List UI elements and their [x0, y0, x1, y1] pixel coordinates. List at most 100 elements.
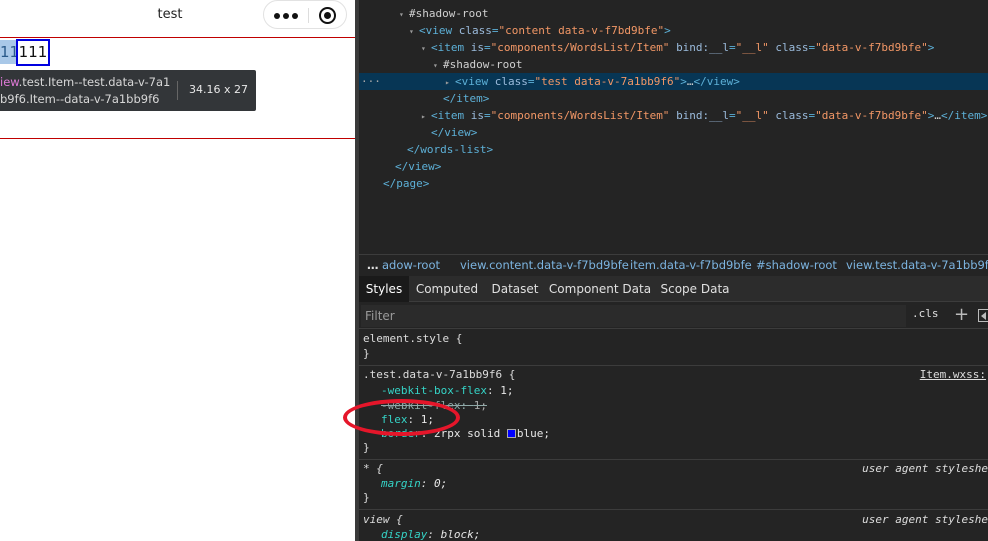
property-value: 0; — [434, 477, 448, 490]
filter-bar: .cls + — [359, 303, 988, 329]
user-agent-label: user agent styleshe — [862, 462, 988, 475]
tree-token: "content data-v-f7bd9bfe" — [498, 24, 665, 37]
property-value: 2rpx solid — [434, 427, 507, 440]
tab-component-data[interactable]: Component Data — [547, 276, 653, 302]
breadcrumb-item[interactable]: adow-root — [382, 255, 440, 275]
list-item[interactable]: 11 — [0, 40, 19, 64]
inspect-tooltip: iew.test.Item--test.data-v-7a1 b9f6.Item… — [0, 70, 256, 111]
tree-node[interactable]: </words-list> — [359, 141, 988, 158]
tree-token: #shadow-root — [443, 58, 523, 71]
rule-divider — [359, 365, 988, 366]
property-name: -webkit-box-flex — [381, 384, 487, 397]
tree-node[interactable]: ▾ <view class="content data-v-f7bd9bfe"> — [359, 22, 988, 39]
tree-token: "data-v-f7bd9bfe" — [815, 41, 928, 54]
tree-token: #shadow-root — [409, 7, 489, 20]
capsule-divider — [308, 8, 309, 23]
rule-selector[interactable]: element.style { — [363, 332, 462, 346]
color-swatch[interactable] — [506, 429, 516, 438]
tooltip-class: .test.Item--test.data-v-7a1 — [18, 75, 171, 89]
tree-node[interactable]: </item> — [359, 90, 988, 107]
declaration-overridden[interactable]: -webkit-flex: 1; — [381, 399, 487, 413]
collapse-icon[interactable]: ▾ — [399, 6, 409, 23]
simulator-panel: test 11 111 iew.test.Item--test.data-v-7… — [0, 0, 355, 541]
list-border — [0, 138, 355, 139]
tree-token: "test data-v-7a1bb9f6" — [534, 75, 681, 88]
breadcrumb-overflow[interactable]: … — [367, 255, 379, 275]
tab-scope-data[interactable]: Scope Data — [657, 276, 733, 302]
tooltip-size: 34.16 x 27 — [189, 83, 248, 96]
breadcrumb-item[interactable]: #shadow-root — [756, 255, 837, 275]
tree-node-selected[interactable]: ··· ▸ <view class="test data-v-7a1bb9f6">…… — [359, 73, 988, 90]
tree-token: bind:__l — [676, 41, 730, 54]
declaration[interactable]: margin: 0; — [381, 477, 447, 491]
tree-token: class — [494, 75, 528, 88]
elements-tree[interactable]: ▾ #shadow-root ▾ <view class="content data-… — [359, 0, 988, 250]
cls-button[interactable]: .cls — [912, 307, 939, 320]
new-rule-icon[interactable]: + — [954, 304, 969, 325]
user-agent-label: user agent styleshe — [862, 513, 988, 526]
declaration[interactable]: flex: 1; — [381, 413, 434, 427]
expand-icon[interactable]: ▸ — [445, 74, 455, 91]
tree-node[interactable]: ▸ <item is="components/WordsList/Item" bi… — [359, 107, 988, 124]
breadcrumb-item[interactable]: item.data-v-f7bd9bfe — [630, 255, 752, 275]
tree-token: class — [775, 109, 809, 122]
tree-token: is — [470, 41, 484, 54]
property-value: block; — [440, 528, 481, 541]
close-target-icon[interactable] — [319, 7, 336, 24]
collapse-icon[interactable]: ▾ — [421, 40, 431, 57]
collapse-icon[interactable]: ▾ — [433, 57, 443, 74]
tree-token: class — [775, 41, 809, 54]
rule-close: } — [363, 491, 370, 504]
rule-close: } — [363, 347, 370, 360]
rule-selector[interactable]: .test.data-v-7a1bb9f6 { — [363, 368, 515, 382]
declaration[interactable]: -webkit-box-flex: 1; — [381, 384, 513, 398]
styles-pane[interactable]: element.style { } .test.data-v-7a1bb9f6 … — [359, 330, 988, 541]
collapse-icon[interactable]: ▾ — [409, 23, 419, 40]
tree-token: "__l" — [735, 41, 776, 54]
property-value: 1; — [473, 399, 487, 412]
tree-token: <view — [419, 24, 459, 37]
toggle-sidebar-icon[interactable] — [978, 309, 988, 322]
rule-divider — [359, 459, 988, 460]
tree-token: = — [491, 24, 499, 37]
tree-token: bind:__l — [676, 109, 730, 122]
tab-styles[interactable]: Styles — [359, 276, 409, 302]
nav-border — [0, 37, 355, 38]
tab-dataset[interactable]: Dataset — [487, 276, 543, 302]
tab-computed[interactable]: Computed — [411, 276, 483, 302]
tree-token: = — [729, 41, 736, 54]
more-icon[interactable] — [274, 13, 298, 19]
declaration[interactable]: border: 2rpx solid blue; — [381, 427, 550, 441]
tree-node[interactable]: ▾ #shadow-root — [359, 56, 988, 73]
filter-input[interactable] — [361, 305, 906, 327]
property-name: flex — [381, 413, 408, 426]
breadcrumb-item[interactable]: view.test.data-v-7a1bb9f6 — [846, 255, 988, 275]
list-item-highlighted[interactable]: 111 — [16, 39, 50, 66]
tree-node[interactable]: </page> — [359, 175, 988, 192]
source-link[interactable]: Item.wxss: — [920, 368, 986, 381]
tree-token: </view> — [395, 160, 442, 173]
declaration[interactable]: display: block; — [381, 528, 480, 541]
tree-token: > — [664, 24, 671, 37]
styles-tabbar: Styles Computed Dataset Component Data S… — [359, 276, 988, 302]
tooltip-divider — [177, 81, 178, 100]
node-actions-icon[interactable]: ··· — [361, 73, 381, 90]
tooltip-selector: iew.test.Item--test.data-v-7a1 — [0, 75, 170, 89]
tree-node[interactable]: ▾ #shadow-root — [359, 5, 988, 22]
property-name: -webkit-flex — [381, 399, 461, 412]
tree-node[interactable]: </view> — [359, 124, 988, 141]
rule-selector[interactable]: view { — [363, 513, 403, 527]
rule-divider — [359, 509, 988, 510]
tree-node[interactable]: </view> — [359, 158, 988, 175]
breadcrumb-item[interactable]: view.content.data-v-f7bd9bfe — [460, 255, 629, 275]
tree-token: > — [927, 41, 935, 54]
tree-token: "__l" — [735, 109, 776, 122]
expand-icon[interactable]: ▸ — [421, 108, 431, 125]
capsule-menu[interactable] — [263, 0, 347, 29]
property-name: display — [381, 528, 428, 541]
rule-selector[interactable]: * { — [363, 462, 383, 476]
tree-node[interactable]: ▾ <item is="components/WordsList/Item" bi… — [359, 39, 988, 56]
breadcrumb: … adow-root view.content.data-v-f7bd9bfe… — [359, 254, 988, 275]
tree-token: </view> — [431, 126, 478, 139]
tree-token: "data-v-f7bd9bfe" — [815, 109, 928, 122]
